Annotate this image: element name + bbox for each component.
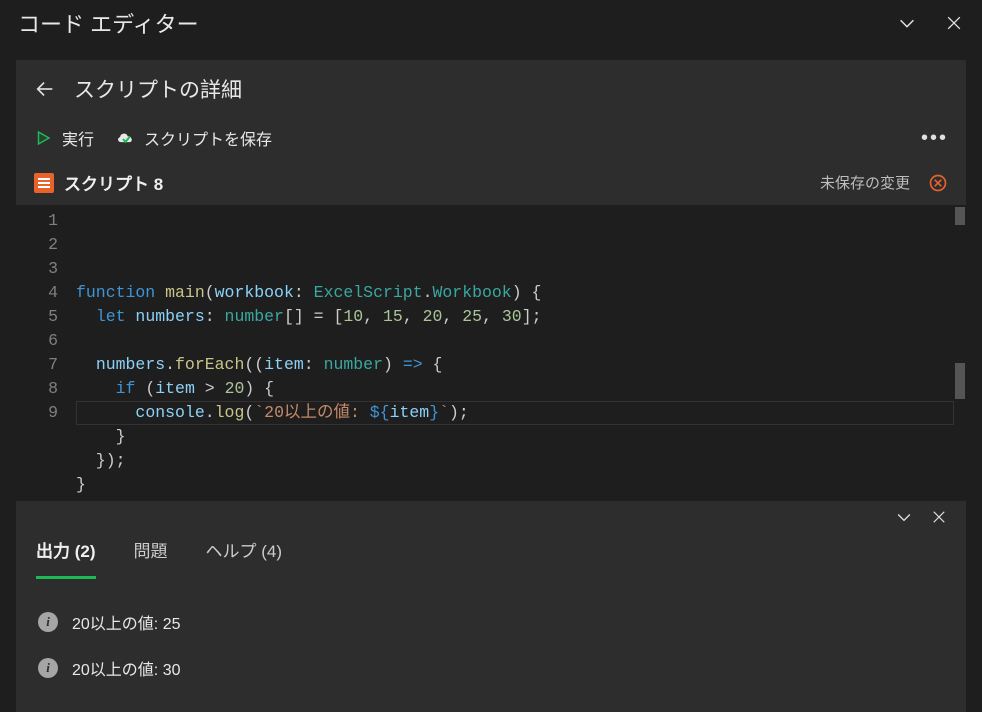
code-line[interactable]: function main(workbook: ExcelScript.Work… xyxy=(76,281,966,305)
line-number: 6 xyxy=(16,329,58,353)
more-menu-button[interactable]: ••• xyxy=(921,133,948,143)
line-number: 4 xyxy=(16,281,58,305)
cloud-save-icon xyxy=(116,130,136,146)
chevron-down-icon[interactable] xyxy=(894,507,914,527)
code-line[interactable]: }); xyxy=(76,449,966,473)
code-line[interactable]: console.log(`20以上の値: ${item}`); xyxy=(76,401,966,425)
output-line: 20以上の値: 25 xyxy=(38,610,948,634)
line-number: 2 xyxy=(16,233,58,257)
code-area[interactable]: function main(workbook: ExcelScript.Work… xyxy=(76,205,966,501)
tab-output[interactable]: 出力 (2) xyxy=(36,523,96,579)
tab-problems[interactable]: 問題 xyxy=(134,523,168,579)
info-icon xyxy=(38,612,58,632)
window-controls xyxy=(896,12,964,34)
line-number: 3 xyxy=(16,257,58,281)
close-icon[interactable] xyxy=(930,508,948,526)
action-bar: 実行 スクリプトを保存 ••• xyxy=(16,112,966,164)
output-panel: 出力 (2) 問題ヘルプ (4) 20以上の値: 25 20以上の値: 30 xyxy=(16,521,966,712)
line-number-gutter: 123456789 xyxy=(16,205,76,501)
chevron-down-icon[interactable] xyxy=(896,12,918,34)
line-number: 9 xyxy=(16,401,58,425)
script-title-row: スクリプト 8 未保存の変更 xyxy=(16,164,966,205)
output-tabs: 出力 (2) 問題ヘルプ (4) xyxy=(16,521,966,580)
run-label: 実行 xyxy=(62,126,94,150)
code-editor[interactable]: 123456789 function main(workbook: ExcelS… xyxy=(16,205,966,501)
save-label: スクリプトを保存 xyxy=(144,126,272,150)
back-arrow-icon[interactable] xyxy=(34,78,56,100)
code-line[interactable]: } xyxy=(76,425,966,449)
window-title: コード エディター xyxy=(18,7,199,39)
scrollbar-thumb[interactable] xyxy=(955,363,965,399)
output-text: 20以上の値: 30 xyxy=(72,656,181,680)
save-script-button[interactable]: スクリプトを保存 xyxy=(116,126,272,150)
unsaved-changes-label: 未保存の変更 xyxy=(820,172,910,193)
details-header: スクリプトの詳細 xyxy=(16,60,966,112)
output-body: 20以上の値: 25 20以上の値: 30 xyxy=(16,580,966,712)
run-button[interactable]: 実行 xyxy=(34,126,94,150)
code-line[interactable] xyxy=(76,329,966,353)
output-line: 20以上の値: 30 xyxy=(38,656,948,680)
info-icon xyxy=(38,658,58,678)
script-file-icon xyxy=(34,173,54,193)
output-panel-controls xyxy=(894,507,948,527)
code-line[interactable]: let numbers: number[] = [10, 15, 20, 25,… xyxy=(76,305,966,329)
scrollbar-minimap-mark xyxy=(955,207,965,225)
line-number: 7 xyxy=(16,353,58,377)
close-icon[interactable] xyxy=(944,13,964,33)
line-number: 5 xyxy=(16,305,58,329)
script-name: スクリプト 8 xyxy=(64,170,163,195)
title-bar: コード エディター xyxy=(0,0,982,50)
code-line[interactable]: if (item > 20) { xyxy=(76,377,966,401)
line-number: 8 xyxy=(16,377,58,401)
code-line[interactable]: numbers.forEach((item: number) => { xyxy=(76,353,966,377)
discard-changes-icon[interactable] xyxy=(928,173,948,193)
tab-help[interactable]: ヘルプ (4) xyxy=(206,523,283,579)
play-icon xyxy=(34,129,52,147)
editor-panel: スクリプトの詳細 実行 スクリプトを保存 ••• スクリプト 8 未保存の変更 … xyxy=(16,60,966,521)
output-text: 20以上の値: 25 xyxy=(72,610,181,634)
code-line[interactable]: } xyxy=(76,473,966,497)
line-number: 1 xyxy=(16,209,58,233)
details-title: スクリプトの詳細 xyxy=(74,74,242,104)
vertical-scrollbar[interactable] xyxy=(954,205,966,501)
